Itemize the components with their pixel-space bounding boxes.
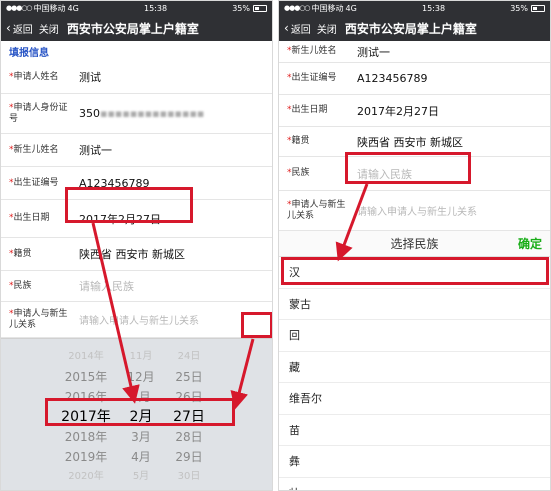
applicant-id-input[interactable]: 350▪▪▪▪▪▪▪▪▪▪▪▪▪▪ xyxy=(73,107,272,120)
field-native-place[interactable]: *籍贯 陕西省 西安市 新城区 xyxy=(1,238,272,271)
section-title: 填报信息 xyxy=(1,41,272,61)
field-relationship[interactable]: *申请人与新生儿关系 请输入申请人与新生儿关系 xyxy=(279,191,550,231)
month-option[interactable]: 5月 xyxy=(133,467,149,487)
ethnicity-option[interactable]: 苗 xyxy=(279,415,550,446)
back-button[interactable]: ‹ 返回 xyxy=(6,21,33,36)
ethnicity-picker-header: 选择民族 确定 xyxy=(279,231,550,257)
callout-done xyxy=(241,312,272,338)
year-option[interactable]: 2020年 xyxy=(68,467,103,487)
signal-icon: ●●●○○ xyxy=(6,4,33,12)
clock: 15:38 xyxy=(422,3,446,13)
field-label: 申请人与新生儿关系 xyxy=(287,199,346,221)
field-label: 申请人身份证号 xyxy=(9,102,68,124)
field-label: 出生日期 xyxy=(291,105,328,115)
field-label: 出生证编号 xyxy=(291,73,337,83)
day-option[interactable]: 24日 xyxy=(178,347,201,367)
battery-percent: 35% xyxy=(232,3,250,13)
ethnicity-option[interactable]: 维吾尔 xyxy=(279,383,550,415)
page-title: 西安市公安局掌上户籍室 xyxy=(66,21,199,36)
ethnicity-option[interactable]: 藏 xyxy=(279,352,550,383)
field-label: 出生证编号 xyxy=(13,177,59,188)
day-option[interactable]: 25日 xyxy=(175,367,202,387)
year-option[interactable]: 2018年 xyxy=(65,427,108,447)
field-ethnicity[interactable]: *民族 请输入民族 xyxy=(1,271,272,302)
ethnicity-option[interactable]: 蒙古 xyxy=(279,289,550,320)
day-option[interactable]: 28日 xyxy=(175,427,202,447)
id-redacted: ▪▪▪▪▪▪▪▪▪▪▪▪▪▪ xyxy=(100,107,205,120)
day-option[interactable]: 29日 xyxy=(175,447,202,467)
day-option[interactable]: 30日 xyxy=(178,467,201,487)
birth-date-input[interactable]: 2017年2月27日 xyxy=(351,103,550,119)
applicant-name-input[interactable]: 测试 xyxy=(73,69,272,85)
close-button[interactable]: 关闭 xyxy=(39,21,59,36)
month-option[interactable]: 11月 xyxy=(130,347,153,367)
month-option[interactable]: 3月 xyxy=(131,427,151,447)
field-label: 申请人姓名 xyxy=(13,71,59,82)
battery-percent: 35% xyxy=(510,3,528,13)
field-label: 籍贯 xyxy=(291,136,310,146)
network-type: 4G xyxy=(67,3,79,13)
callout-picker-selection xyxy=(45,398,235,426)
field-newborn-name[interactable]: *新生儿姓名 测试一 xyxy=(279,41,550,63)
carrier-name: 中国移动 xyxy=(33,3,66,13)
field-newborn-name[interactable]: *新生儿姓名 测试一 xyxy=(1,134,272,167)
field-label: 民族 xyxy=(13,280,32,291)
birth-cert-input[interactable]: A123456789 xyxy=(351,72,550,85)
confirm-button[interactable]: 确定 xyxy=(518,235,542,252)
field-label: 新生儿姓名 xyxy=(291,46,337,56)
field-applicant-id[interactable]: *申请人身份证号 350▪▪▪▪▪▪▪▪▪▪▪▪▪▪ xyxy=(1,94,272,134)
native-place-input[interactable]: 陕西省 西安市 新城区 xyxy=(351,134,550,150)
signal-icon: ●●●○○ xyxy=(284,4,311,12)
carrier-name: 中国移动 xyxy=(311,3,344,13)
page-title: 西安市公安局掌上户籍室 xyxy=(344,21,477,36)
relationship-input[interactable]: 请输入申请人与新生儿关系 xyxy=(351,203,550,218)
network-type: 4G xyxy=(345,3,357,13)
field-birth-date[interactable]: *出生日期 2017年2月27日 xyxy=(279,95,550,127)
ethnicity-option[interactable]: 回 xyxy=(279,320,550,352)
field-birth-cert[interactable]: *出生证编号 A123456789 xyxy=(279,63,550,95)
back-label: 返回 xyxy=(12,24,33,36)
id-prefix: 350 xyxy=(79,107,100,120)
newborn-name-input[interactable]: 测试一 xyxy=(351,44,550,60)
callout-ethnicity xyxy=(345,152,471,184)
field-label: 籍贯 xyxy=(13,248,32,259)
picker-title: 选择民族 xyxy=(390,237,439,251)
field-label: 申请人与新生儿关系 xyxy=(9,308,68,330)
year-option[interactable]: 2019年 xyxy=(65,447,108,467)
month-option[interactable]: 12月 xyxy=(127,367,154,387)
clock: 15:38 xyxy=(144,3,168,13)
ethnicity-option[interactable]: 壮 xyxy=(279,478,550,491)
month-option[interactable]: 4月 xyxy=(131,447,151,467)
callout-birth-date xyxy=(65,187,193,223)
field-label: 新生儿姓名 xyxy=(13,144,59,155)
year-option[interactable]: 2014年 xyxy=(68,347,103,367)
newborn-name-input[interactable]: 测试一 xyxy=(73,142,272,158)
field-label: 出生日期 xyxy=(13,213,50,223)
status-bar: ●●●○○ 中国移动 4G 15:38 35% xyxy=(1,1,272,15)
battery-icon xyxy=(253,4,267,12)
chevron-left-icon: ‹ xyxy=(6,21,11,35)
phone-screenshot-right: ●●●○○ 中国移动 4G 15:38 35% ‹ 返回 关闭 西安市公安局掌上户籍室… xyxy=(278,0,551,491)
chevron-left-icon: ‹ xyxy=(284,21,289,35)
year-option[interactable]: 2015年 xyxy=(65,367,108,387)
status-bar: ●●●○○ 中国移动 4G 15:38 35% xyxy=(279,1,550,15)
callout-selected-ethnicity xyxy=(281,257,549,285)
field-relationship[interactable]: *申请人与新生儿关系 请输入申请人与新生儿关系 xyxy=(1,302,272,338)
ethnicity-input[interactable]: 请输入民族 xyxy=(73,278,272,294)
native-place-input[interactable]: 陕西省 西安市 新城区 xyxy=(73,246,272,262)
battery-icon xyxy=(531,4,545,12)
nav-bar: ‹ 返回 关闭 西安市公安局掌上户籍室 xyxy=(279,15,550,41)
ethnicity-option[interactable]: 彝 xyxy=(279,446,550,478)
back-label: 返回 xyxy=(290,24,311,36)
ethnicity-list: 汉 蒙古 回 藏 维吾尔 苗 彝 壮 xyxy=(279,257,550,491)
phone-screenshot-left: ●●●○○ 中国移动 4G 15:38 35% ‹ 返回 关闭 西安市公安局掌上户籍室… xyxy=(0,0,273,491)
back-button[interactable]: ‹ 返回 xyxy=(284,21,311,36)
field-label: 民族 xyxy=(291,168,310,178)
nav-bar: ‹ 返回 关闭 西安市公安局掌上户籍室 xyxy=(1,15,272,41)
stage: ●●●○○ 中国移动 4G 15:38 35% ‹ 返回 关闭 西安市公安局掌上户籍室… xyxy=(0,0,551,491)
field-applicant-name[interactable]: *申请人姓名 测试 xyxy=(1,61,272,94)
close-button[interactable]: 关闭 xyxy=(317,21,337,36)
